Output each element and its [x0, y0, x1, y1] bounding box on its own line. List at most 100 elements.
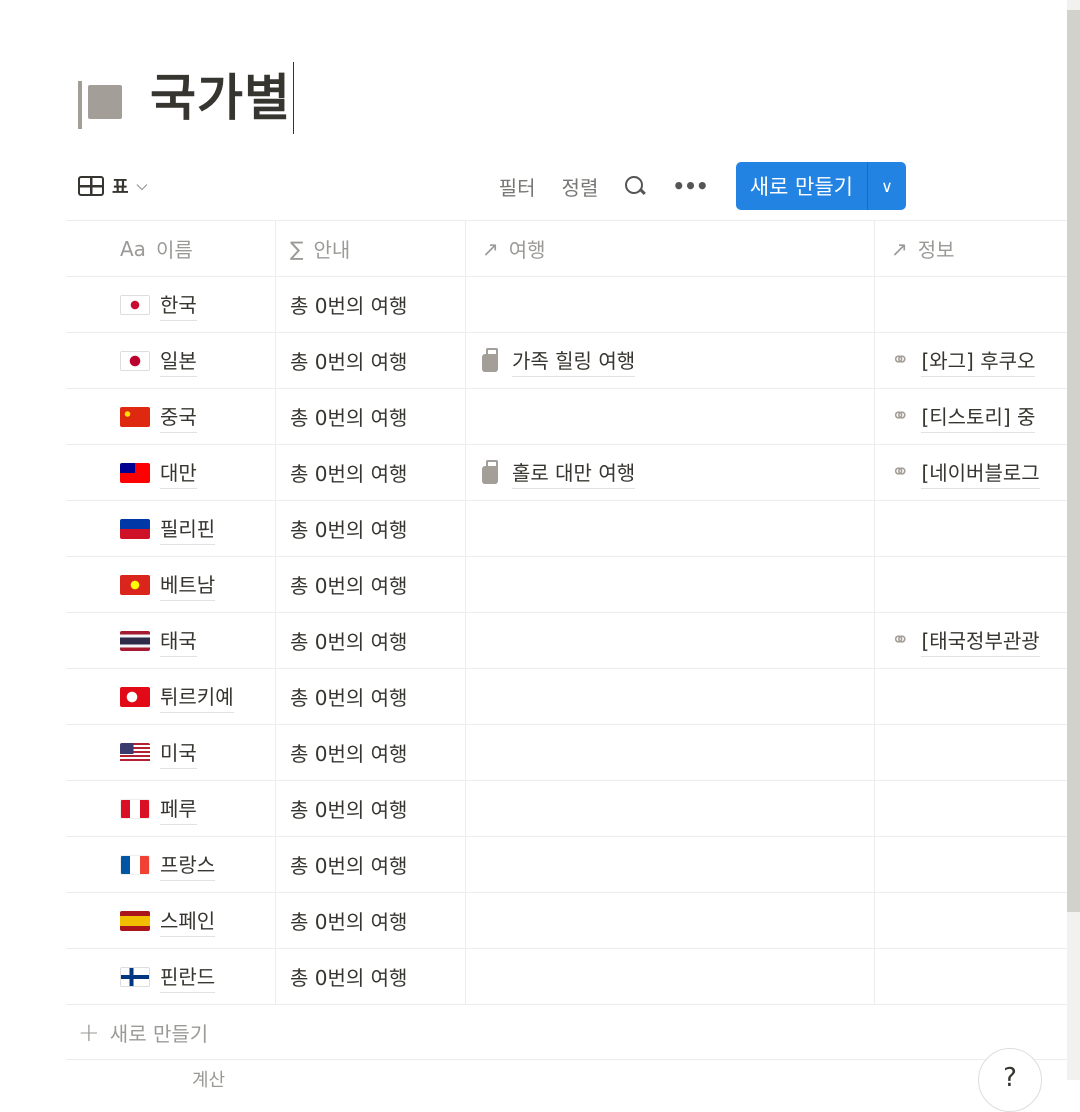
country-name[interactable]: 태국 — [160, 625, 197, 657]
name-cell[interactable]: 페루 — [66, 781, 276, 836]
name-cell[interactable]: 필리핀 — [66, 501, 276, 556]
info-cell[interactable] — [875, 557, 1067, 612]
name-cell[interactable]: 베트남 — [66, 557, 276, 612]
trip-cell[interactable] — [466, 949, 875, 1004]
info-cell[interactable]: ⚭ [네이버블로그 — [875, 445, 1067, 500]
table-row[interactable]: 대만 총 0번의 여행 홀로 대만 여행 ⚭ [네이버블로그 — [66, 445, 1067, 501]
country-name[interactable]: 미국 — [160, 737, 197, 769]
name-cell[interactable]: 프랑스 — [66, 837, 276, 892]
country-name[interactable]: 중국 — [160, 401, 197, 433]
calculate-label[interactable]: 계산 — [192, 1066, 225, 1092]
country-name[interactable]: 베트남 — [160, 569, 216, 601]
guide-cell[interactable]: 총 0번의 여행 — [276, 837, 466, 892]
trip-cell[interactable] — [466, 669, 875, 724]
trip-cell[interactable] — [466, 613, 875, 668]
search-icon[interactable] — [624, 175, 646, 197]
column-header-trip[interactable]: ↗ 여행 — [466, 221, 875, 276]
info-cell[interactable] — [875, 781, 1067, 836]
name-cell[interactable]: 일본 — [66, 333, 276, 388]
guide-cell[interactable]: 총 0번의 여행 — [276, 893, 466, 948]
guide-cell[interactable]: 총 0번의 여행 — [276, 501, 466, 556]
info-cell[interactable] — [875, 949, 1067, 1004]
info-link[interactable]: [태국정부관광 — [921, 625, 1040, 657]
guide-cell[interactable]: 총 0번의 여행 — [276, 669, 466, 724]
info-cell[interactable]: ⚭ [티스토리] 중 — [875, 389, 1067, 444]
guide-cell[interactable]: 총 0번의 여행 — [276, 725, 466, 780]
column-header-name[interactable]: Aa 이름 — [66, 221, 276, 276]
trip-cell[interactable] — [466, 893, 875, 948]
guide-cell[interactable]: 총 0번의 여행 — [276, 445, 466, 500]
info-link[interactable]: [네이버블로그 — [921, 457, 1040, 489]
guide-cell[interactable]: 총 0번의 여행 — [276, 557, 466, 612]
guide-cell[interactable]: 총 0번의 여행 — [276, 277, 466, 332]
trip-cell[interactable] — [466, 277, 875, 332]
name-cell[interactable]: 대만 — [66, 445, 276, 500]
guide-cell[interactable]: 총 0번의 여행 — [276, 613, 466, 668]
view-selector[interactable]: 표 ⌵ — [78, 173, 147, 199]
more-options-icon[interactable]: ••• — [672, 174, 708, 198]
table-row[interactable]: 베트남 총 0번의 여행 — [66, 557, 1067, 613]
table-row[interactable]: 핀란드 총 0번의 여행 — [66, 949, 1067, 1005]
country-name[interactable]: 일본 — [160, 345, 197, 377]
info-cell[interactable] — [875, 277, 1067, 332]
help-button[interactable]: ? — [978, 1048, 1042, 1112]
table-row[interactable]: 미국 총 0번의 여행 — [66, 725, 1067, 781]
name-cell[interactable]: 중국 — [66, 389, 276, 444]
trip-cell[interactable] — [466, 501, 875, 556]
trip-cell[interactable] — [466, 781, 875, 836]
trip-link[interactable]: 홀로 대만 여행 — [512, 457, 636, 489]
add-row-button[interactable]: + 새로 만들기 — [66, 1006, 1067, 1060]
name-cell[interactable]: 미국 — [66, 725, 276, 780]
page-title[interactable]: 국가별 — [150, 62, 294, 134]
info-cell[interactable] — [875, 725, 1067, 780]
country-name[interactable]: 프랑스 — [160, 849, 216, 881]
trip-cell[interactable] — [466, 389, 875, 444]
country-name[interactable]: 한국 — [160, 289, 197, 321]
info-cell[interactable] — [875, 501, 1067, 556]
info-cell[interactable]: ⚭ [와그] 후쿠오 — [875, 333, 1067, 388]
country-name[interactable]: 스페인 — [160, 905, 216, 937]
guide-cell[interactable]: 총 0번의 여행 — [276, 389, 466, 444]
guide-cell[interactable]: 총 0번의 여행 — [276, 781, 466, 836]
name-cell[interactable]: 튀르키예 — [66, 669, 276, 724]
trip-cell[interactable]: 홀로 대만 여행 — [466, 445, 875, 500]
table-row[interactable]: 스페인 총 0번의 여행 — [66, 893, 1067, 949]
table-row[interactable]: 중국 총 0번의 여행 ⚭ [티스토리] 중 — [66, 389, 1067, 445]
table-row[interactable]: 한국 총 0번의 여행 — [66, 277, 1067, 333]
table-row[interactable]: 페루 총 0번의 여행 — [66, 781, 1067, 837]
info-cell[interactable] — [875, 669, 1067, 724]
country-name[interactable]: 필리핀 — [160, 513, 216, 545]
trip-link[interactable]: 가족 힐링 여행 — [512, 345, 636, 377]
country-name[interactable]: 핀란드 — [160, 961, 216, 993]
sort-button[interactable]: 정렬 — [562, 172, 599, 201]
info-cell[interactable]: ⚭ [태국정부관광 — [875, 613, 1067, 668]
country-name[interactable]: 대만 — [160, 457, 197, 489]
trip-cell[interactable] — [466, 557, 875, 612]
guide-cell[interactable]: 총 0번의 여행 — [276, 333, 466, 388]
guide-cell[interactable]: 총 0번의 여행 — [276, 949, 466, 1004]
table-row[interactable]: 태국 총 0번의 여행 ⚭ [태국정부관광 — [66, 613, 1067, 669]
column-header-guide[interactable]: ∑ 안내 — [276, 221, 466, 276]
table-row[interactable]: 필리핀 총 0번의 여행 — [66, 501, 1067, 557]
info-link[interactable]: [티스토리] 중 — [921, 401, 1036, 433]
name-cell[interactable]: 핀란드 — [66, 949, 276, 1004]
trip-cell[interactable] — [466, 837, 875, 892]
name-cell[interactable]: 한국 — [66, 277, 276, 332]
info-cell[interactable] — [875, 837, 1067, 892]
new-button[interactable]: 새로 만들기 — [736, 162, 868, 210]
column-header-info[interactable]: ↗ 정보 — [875, 221, 1067, 276]
info-cell[interactable] — [875, 893, 1067, 948]
table-row[interactable]: 일본 총 0번의 여행 가족 힐링 여행 ⚭ [와그] 후쿠오 — [66, 333, 1067, 389]
chevron-down-icon[interactable]: ∨ — [868, 162, 906, 210]
country-name[interactable]: 페루 — [160, 793, 197, 825]
info-link[interactable]: [와그] 후쿠오 — [921, 345, 1036, 377]
table-row[interactable]: 튀르키예 총 0번의 여행 — [66, 669, 1067, 725]
scrollbar-thumb[interactable] — [1067, 10, 1080, 912]
country-name[interactable]: 튀르키예 — [160, 681, 234, 713]
name-cell[interactable]: 스페인 — [66, 893, 276, 948]
filter-button[interactable]: 필터 — [499, 172, 536, 201]
flag-icon[interactable] — [78, 67, 124, 129]
trip-cell[interactable] — [466, 725, 875, 780]
name-cell[interactable]: 태국 — [66, 613, 276, 668]
trip-cell[interactable]: 가족 힐링 여행 — [466, 333, 875, 388]
